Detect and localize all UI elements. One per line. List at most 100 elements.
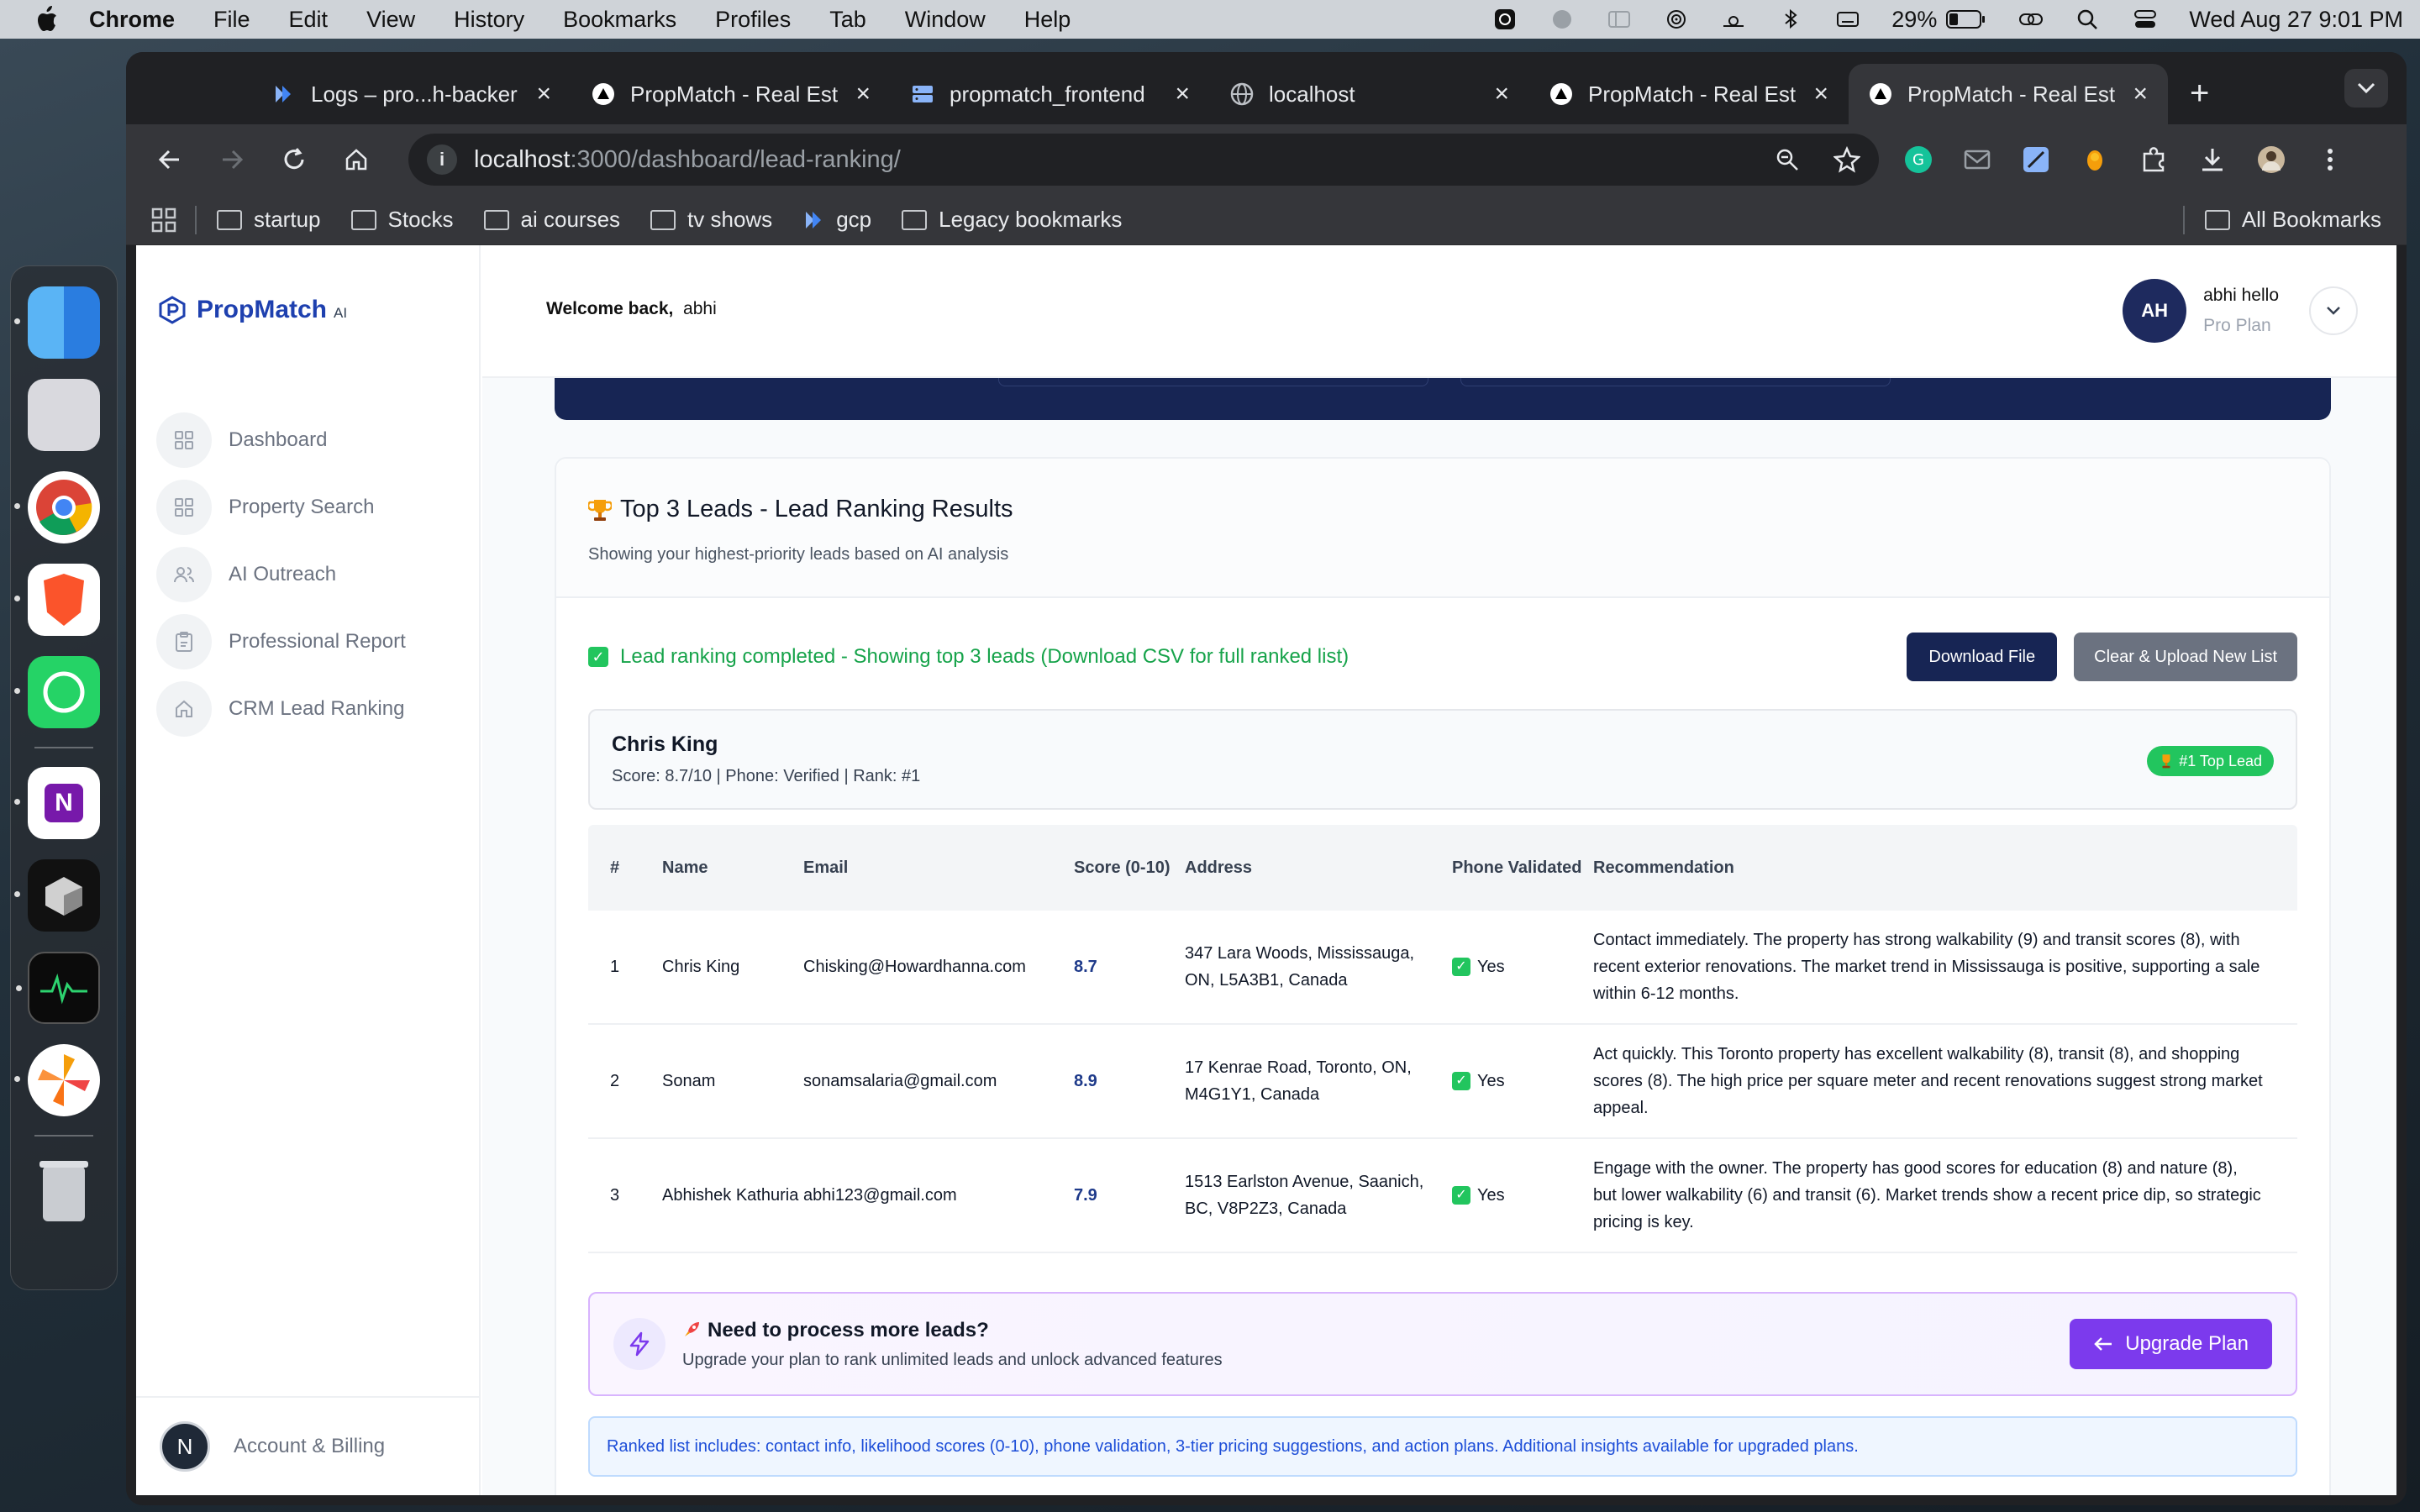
tab-propmatch-1[interactable]: PropMatch - Real Est × — [571, 64, 891, 124]
tab-logs[interactable]: Logs – pro...h-backer × — [252, 64, 571, 124]
clear-upload-button[interactable]: Clear & Upload New List — [2074, 633, 2297, 681]
table-row[interactable]: 1 Chris King Chisking@Howardhanna.com 8.… — [588, 911, 2297, 1025]
airdrop-icon[interactable] — [1663, 8, 1690, 31]
star-icon[interactable] — [1833, 146, 1860, 173]
sidebar-item-property-search[interactable]: Property Search — [156, 474, 406, 541]
globe-status-icon[interactable] — [1549, 8, 1576, 31]
zoom-icon[interactable] — [1775, 147, 1800, 172]
menu-tab[interactable]: Tab — [829, 7, 866, 33]
column-header-num[interactable]: # — [588, 858, 662, 878]
account-billing-link[interactable]: N Account & Billing — [136, 1396, 481, 1495]
download-file-button[interactable]: Download File — [1907, 633, 2058, 681]
bookmark-gcp[interactable]: gcp — [802, 207, 871, 233]
bookmark-tv-shows[interactable]: tv shows — [650, 207, 772, 233]
close-icon[interactable]: × — [1813, 80, 1828, 108]
bookmark-startup[interactable]: startup — [217, 207, 321, 233]
new-tab-button[interactable]: + — [2190, 75, 2209, 113]
tab-propmatch-frontend[interactable]: propmatch_frontend × — [891, 64, 1210, 124]
bookmark-stocks[interactable]: Stocks — [350, 207, 454, 233]
menu-file[interactable]: File — [213, 7, 250, 33]
close-icon[interactable]: × — [2133, 80, 2148, 108]
gear-status-icon[interactable] — [1491, 8, 1518, 31]
menu-window[interactable]: Window — [905, 7, 986, 33]
all-bookmarks-button[interactable]: All Bookmarks — [2204, 207, 2381, 233]
onenote-icon[interactable]: N — [14, 767, 100, 839]
control-center-icon[interactable] — [2132, 8, 2159, 31]
bookmark-ai-courses[interactable]: ai courses — [483, 207, 620, 233]
link-status-icon[interactable] — [2018, 8, 2044, 31]
sidebar-item-professional-report[interactable]: Professional Report — [156, 608, 406, 675]
column-header-address[interactable]: Address — [1185, 854, 1452, 881]
cube-app-icon[interactable] — [14, 859, 100, 932]
grid-icon — [156, 412, 212, 468]
brave-icon[interactable] — [14, 564, 100, 636]
propmatch-logo[interactable]: PropMatch AI — [158, 296, 347, 324]
grammarly-icon[interactable]: G — [1904, 145, 1933, 174]
sidebar-item-ai-outreach[interactable]: AI Outreach — [156, 541, 406, 608]
whatsapp-icon[interactable] — [14, 656, 100, 728]
bluetooth-icon[interactable] — [1777, 8, 1804, 31]
download-icon[interactable] — [2198, 145, 2227, 174]
table-row[interactable]: 2 Sonam sonamsalaria@gmail.com 8.9 17 Ke… — [588, 1025, 2297, 1139]
menu-view[interactable]: View — [366, 7, 415, 33]
close-icon[interactable]: × — [1494, 80, 1509, 108]
finder-icon[interactable] — [14, 286, 100, 359]
cell-score: 8.9 — [1074, 1072, 1097, 1090]
home-button[interactable] — [338, 141, 375, 178]
menu-help[interactable]: Help — [1024, 7, 1071, 33]
menu-history[interactable]: History — [454, 7, 524, 33]
tab-localhost[interactable]: localhost × — [1210, 64, 1529, 124]
launchpad-icon[interactable] — [28, 379, 100, 451]
apps-grid-icon[interactable] — [151, 207, 176, 233]
column-header-name[interactable]: Name — [662, 854, 803, 881]
honey-icon[interactable] — [2081, 145, 2109, 174]
svg-text:G: G — [1912, 151, 1924, 169]
forward-button[interactable] — [213, 141, 250, 178]
column-header-phone[interactable]: Phone Validated — [1452, 854, 1593, 881]
back-button[interactable] — [151, 141, 188, 178]
sidebar-item-dashboard[interactable]: Dashboard — [156, 407, 406, 474]
weather-icon[interactable] — [1720, 8, 1747, 31]
pen-extension-icon[interactable] — [2022, 145, 2050, 174]
kebab-menu-icon[interactable] — [2316, 145, 2344, 174]
tab-search-button[interactable] — [2344, 69, 2388, 108]
menu-app-name[interactable]: Chrome — [89, 7, 175, 33]
user-menu[interactable]: AH abhi hello Pro Plan — [2123, 279, 2358, 343]
sidebar-item-crm-lead-ranking[interactable]: CRM Lead Ranking — [156, 675, 406, 743]
table-row[interactable]: 3 Abhishek Kathuria abhi123@gmail.com 7.… — [588, 1139, 2297, 1253]
column-header-recommendation[interactable]: Recommendation — [1593, 854, 2297, 881]
keyboard-icon[interactable] — [1834, 8, 1861, 31]
running-indicator — [14, 318, 20, 324]
pinwheel-app-icon[interactable] — [14, 1044, 100, 1116]
apple-icon[interactable] — [34, 5, 59, 34]
tab-propmatch-2[interactable]: PropMatch - Real Est × — [1529, 64, 1849, 124]
cell-email: abhi123@gmail.com — [803, 1185, 957, 1205]
bookmark-legacy[interactable]: Legacy bookmarks — [902, 207, 1122, 233]
close-icon[interactable]: × — [536, 80, 551, 108]
menu-bookmarks[interactable]: Bookmarks — [563, 7, 676, 33]
mail-icon[interactable] — [1963, 145, 1991, 174]
reload-button[interactable] — [276, 141, 313, 178]
upgrade-plan-button[interactable]: Upgrade Plan — [2070, 1319, 2272, 1369]
puzzle-extensions-icon[interactable] — [2139, 145, 2168, 174]
chrome-icon[interactable] — [14, 471, 100, 543]
close-icon[interactable]: × — [855, 80, 871, 108]
sidebar-status-icon[interactable] — [1606, 8, 1633, 31]
trash-icon[interactable] — [28, 1155, 100, 1227]
address-bar[interactable]: i localhost:3000/dashboard/lead-ranking/ — [408, 134, 1879, 186]
battery-icon[interactable] — [1945, 8, 1987, 31]
column-header-email[interactable]: Email — [803, 858, 1074, 878]
close-icon[interactable]: × — [1175, 80, 1190, 108]
spotlight-search-icon[interactable] — [2075, 8, 2102, 31]
activity-monitor-icon[interactable] — [16, 952, 100, 1024]
tab-propmatch-active[interactable]: PropMatch - Real Est × — [1849, 64, 2168, 124]
brand-suffix: AI — [334, 305, 348, 321]
column-header-score[interactable]: Score (0-10) — [1074, 854, 1185, 881]
menu-profiles[interactable]: Profiles — [715, 7, 791, 33]
menu-edit[interactable]: Edit — [289, 7, 329, 33]
user-menu-toggle[interactable] — [2309, 286, 2358, 335]
home-icon — [345, 149, 367, 171]
menu-bar-clock[interactable]: Wed Aug 27 9:01 PM — [2189, 7, 2403, 33]
site-info-icon[interactable]: i — [427, 144, 457, 175]
profile-avatar-icon[interactable] — [2257, 145, 2286, 174]
